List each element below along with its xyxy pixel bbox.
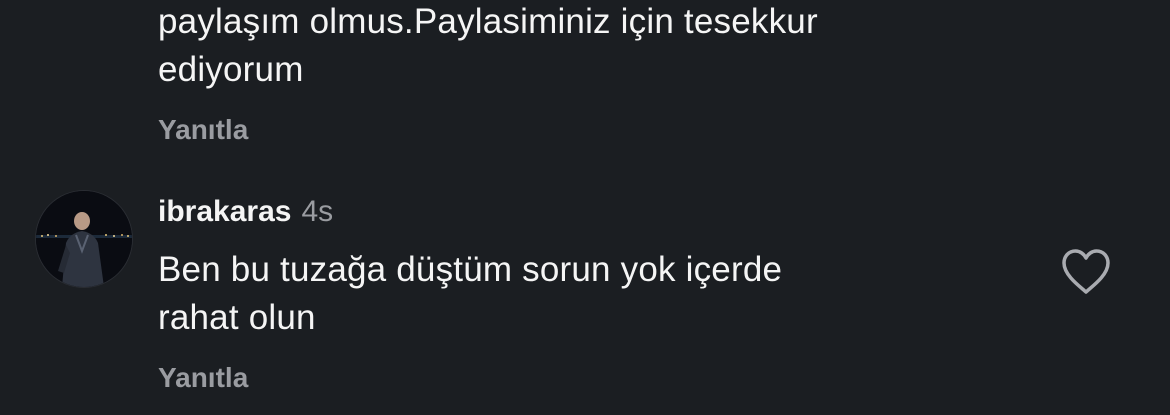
avatar[interactable] (36, 191, 132, 287)
like-button[interactable] (1060, 248, 1112, 296)
reply-button[interactable]: Yanıtla (158, 114, 248, 146)
comment-text: paylaşım olmus.Paylasiminiz için tesekku… (158, 2, 818, 89)
comment-header: ibrakaras 4s (158, 192, 333, 232)
reply-button[interactable]: Yanıtla (158, 362, 248, 394)
username[interactable]: ibrakaras (158, 195, 291, 228)
avatar-photo (36, 191, 132, 287)
comment-text: Ben bu tuzağa düştüm sorun yok içerde ra… (158, 250, 783, 337)
heart-outline-icon (1062, 249, 1110, 294)
timestamp: 4s (301, 195, 334, 228)
